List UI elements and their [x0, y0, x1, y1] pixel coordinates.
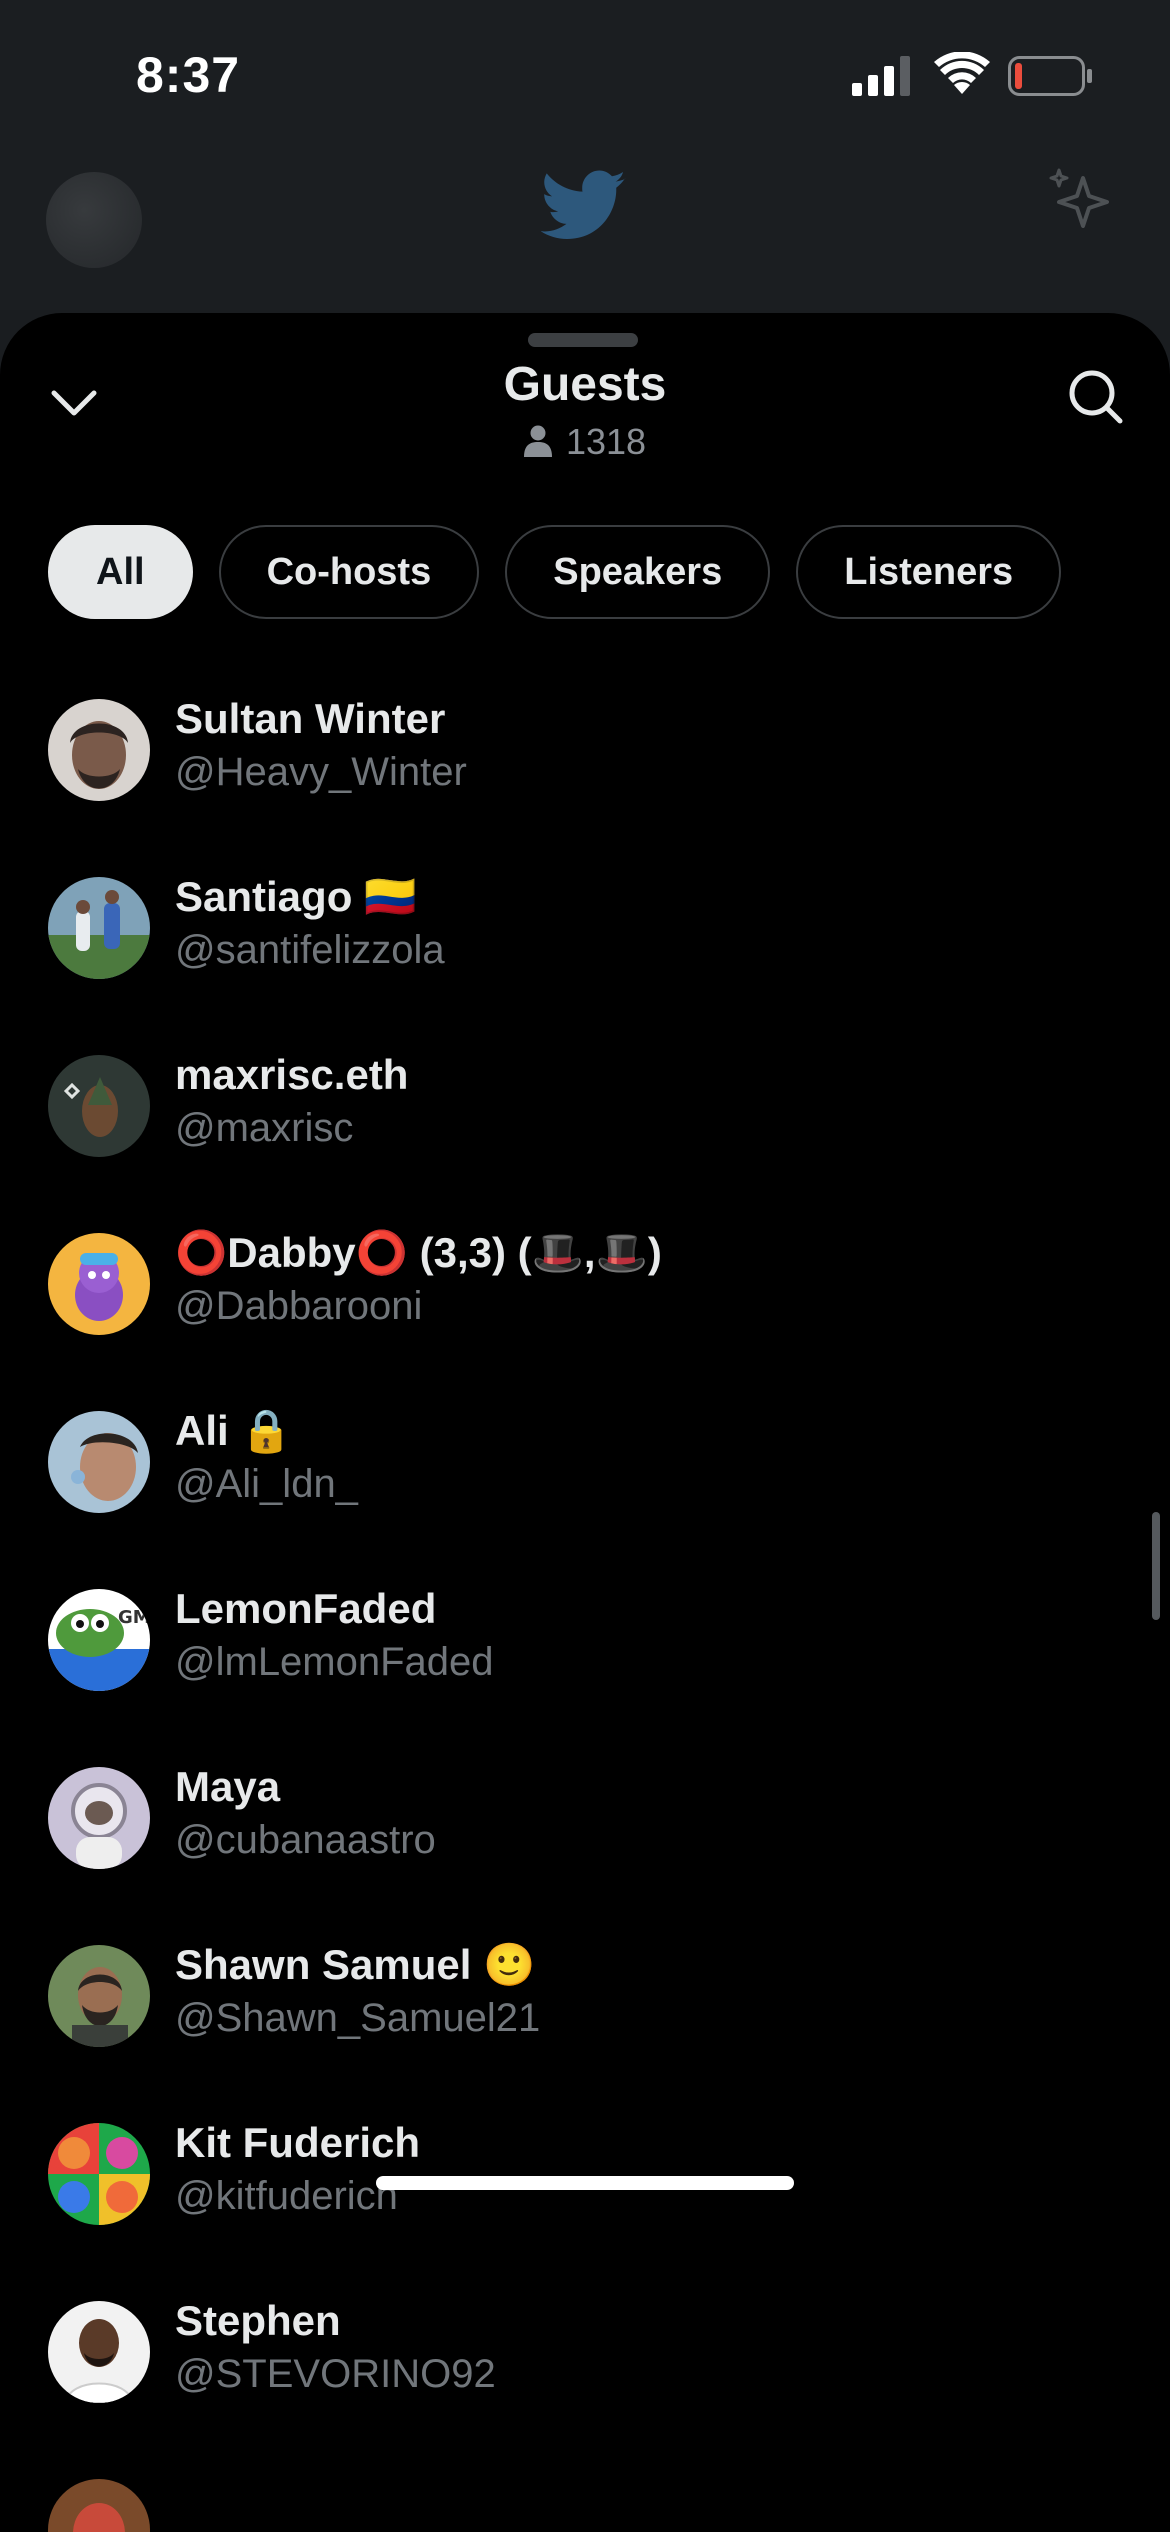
filter-label: Listeners — [844, 550, 1014, 593]
guest-handle: @Ali_ldn_ — [175, 1462, 358, 1506]
guest-name: maxrisc.eth — [175, 1051, 409, 1098]
guest-handle: @STEVORINO92 — [175, 2352, 496, 2396]
guest-name: Kit Fuderich — [175, 2119, 421, 2166]
guest-name: Shawn Samuel 🙂 — [175, 1941, 536, 1988]
status-bar: 8:37 — [0, 0, 1170, 150]
twitter-bird-icon — [541, 170, 626, 239]
guest-handle: @maxrisc — [175, 1106, 354, 1150]
guest-handle: @cubanaastro — [175, 1818, 436, 1862]
sheet-title: Guests — [503, 358, 667, 411]
guest-name: Sultan Winter — [175, 695, 446, 742]
guest-row[interactable]: Maya @cubanaastro — [0, 1743, 1170, 1921]
avatar[interactable] — [48, 2301, 150, 2403]
dimmed-app-header — [0, 150, 1170, 310]
guest-name: Maya — [175, 1763, 281, 1810]
avatar[interactable] — [48, 699, 150, 801]
guest-name: ⭕Dabby⭕ (3,3) (🎩,🎩) — [175, 1229, 662, 1276]
filter-label: Speakers — [553, 550, 723, 593]
signal-icon — [852, 56, 910, 96]
status-time: 8:37 — [136, 47, 241, 103]
guest-handle: @kitfuderich — [175, 2174, 398, 2218]
guest-row-partial[interactable] — [0, 2455, 1170, 2532]
guest-name: Stephen — [175, 2297, 341, 2344]
avatar[interactable] — [48, 1767, 150, 1869]
battery-low-icon — [1008, 56, 1092, 96]
avatar[interactable] — [48, 2123, 150, 2225]
filter-label: Co-hosts — [266, 550, 432, 593]
twitter-spaces-screen: 8:37 Guests 1318 All Co-hosts Speakers L… — [0, 0, 1170, 2532]
guest-name: Ali 🔒 — [175, 1407, 293, 1454]
guest-row[interactable]: GM LemonFaded @lmLemonFaded — [0, 1565, 1170, 1743]
guest-name: Santiago 🇨🇴 — [175, 873, 417, 920]
guest-row[interactable]: Stephen @STEVORINO92 — [0, 2277, 1170, 2455]
guest-count-value: 1318 — [565, 421, 647, 462]
sparkle-icon — [1049, 168, 1109, 228]
avatar[interactable] — [48, 1233, 150, 1335]
avatar[interactable] — [48, 877, 150, 979]
filter-speakers[interactable]: Speakers — [505, 525, 771, 619]
filter-label: All — [96, 550, 145, 593]
guest-handle: @Heavy_Winter — [175, 750, 467, 794]
guest-row[interactable]: Ali 🔒 @Ali_ldn_ — [0, 1387, 1170, 1565]
wifi-icon — [934, 52, 990, 94]
person-icon — [523, 425, 552, 457]
guest-row[interactable]: Sultan Winter @Heavy_Winter — [0, 675, 1170, 853]
filter-chips: All Co-hosts Speakers Listeners — [48, 525, 1062, 623]
profile-avatar — [46, 172, 142, 268]
guest-count: 1318 — [0, 421, 1170, 463]
avatar[interactable]: GM — [48, 1589, 150, 1691]
guest-handle: @santifelizzola — [175, 928, 445, 972]
scroll-indicator[interactable] — [1152, 1512, 1160, 1620]
guests-sheet: Guests 1318 All Co-hosts Speakers Listen… — [0, 313, 1170, 2532]
guest-row[interactable]: ⭕Dabby⭕ (3,3) (🎩,🎩) @Dabbarooni — [0, 1209, 1170, 1387]
guest-row[interactable]: Santiago 🇨🇴 @santifelizzola — [0, 853, 1170, 1031]
avatar[interactable] — [48, 1945, 150, 2047]
home-indicator[interactable] — [376, 2176, 794, 2190]
guest-row[interactable]: Shawn Samuel 🙂 @Shawn_Samuel21 — [0, 1921, 1170, 2099]
svg-text:GM: GM — [118, 1607, 150, 1628]
filter-co-hosts[interactable]: Co-hosts — [218, 525, 480, 619]
guest-handle: @Shawn_Samuel21 — [175, 1996, 541, 2040]
guest-name: LemonFaded — [175, 1585, 437, 1632]
avatar[interactable] — [48, 1055, 150, 1157]
filter-listeners[interactable]: Listeners — [796, 525, 1062, 619]
guest-row[interactable]: maxrisc.eth @maxrisc — [0, 1031, 1170, 1209]
search-icon[interactable] — [1064, 365, 1128, 429]
sheet-grabber[interactable] — [528, 333, 638, 347]
guest-handle: @Dabbarooni — [175, 1284, 423, 1328]
filter-all[interactable]: All — [48, 525, 193, 619]
guest-list: Sultan Winter @Heavy_Winter Santiago 🇨🇴 … — [0, 675, 1170, 2532]
guest-handle: @lmLemonFaded — [175, 1640, 494, 1684]
avatar[interactable] — [48, 2479, 150, 2532]
avatar[interactable] — [48, 1411, 150, 1513]
